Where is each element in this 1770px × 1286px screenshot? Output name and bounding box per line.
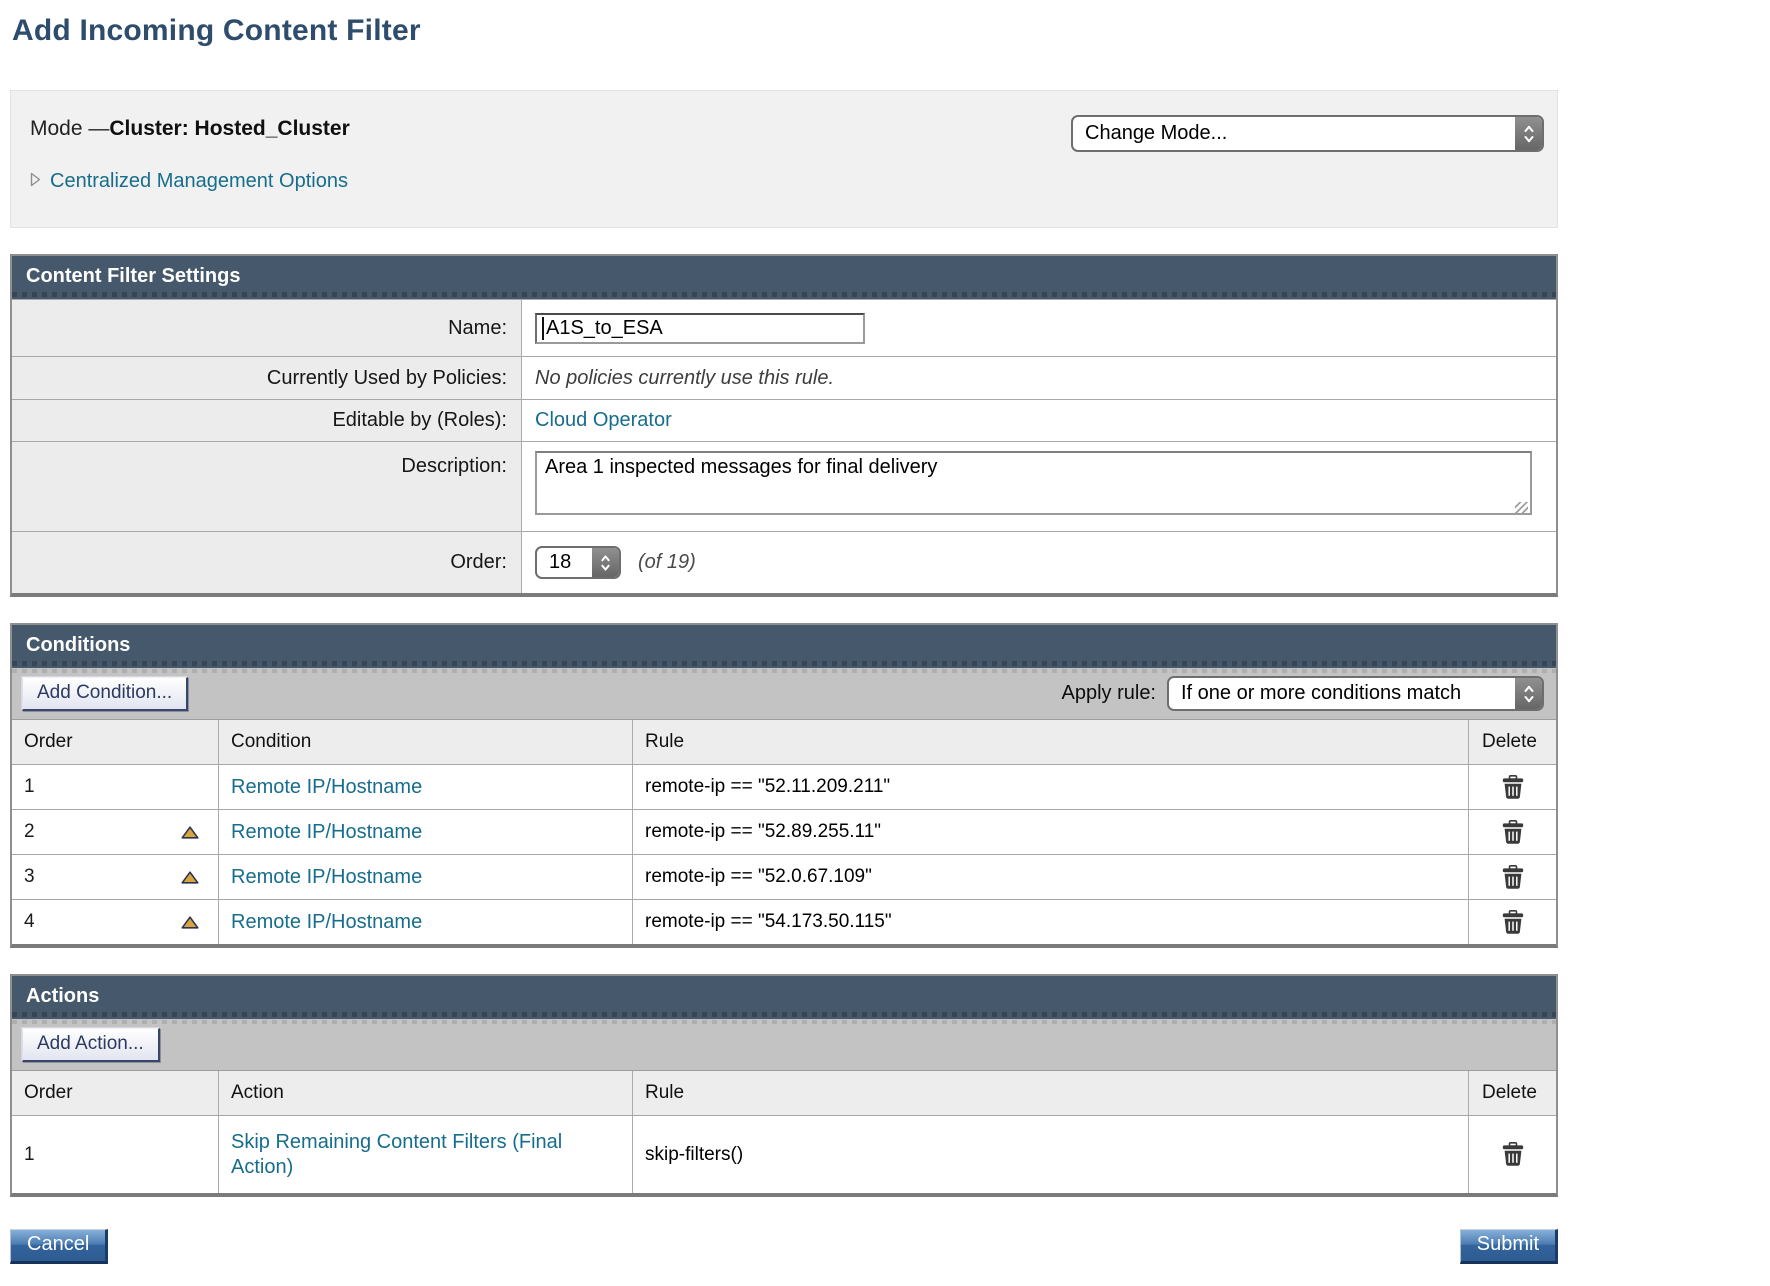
trash-icon[interactable] xyxy=(1502,820,1524,845)
name-input[interactable] xyxy=(535,313,865,344)
editable-label: Editable by (Roles): xyxy=(12,400,522,441)
order-label: Order: xyxy=(12,532,522,593)
order-select[interactable]: 18 xyxy=(535,546,621,579)
actions-table-header: Order Action Rule Delete xyxy=(12,1071,1556,1115)
add-condition-button[interactable]: Add Condition... xyxy=(22,677,188,711)
cancel-button[interactable]: Cancel xyxy=(10,1229,108,1264)
apply-rule-select[interactable]: If one or more conditions match xyxy=(1167,676,1544,711)
condition-link[interactable]: Remote IP/Hostname xyxy=(231,866,422,889)
condition-rule: remote-ip == "54.173.50.115" xyxy=(645,911,892,933)
move-up-icon[interactable] xyxy=(181,916,199,929)
condition-rule: remote-ip == "52.11.209.211" xyxy=(645,776,890,798)
name-input-wrap xyxy=(535,313,865,344)
action-row: 1 Skip Remaining Content Filters (Final … xyxy=(12,1115,1556,1193)
col-header-action: Action xyxy=(218,1071,632,1115)
col-header-rule: Rule xyxy=(632,1071,1468,1115)
col-header-delete: Delete xyxy=(1468,1071,1556,1115)
order-row: Order: 18 (of 19) xyxy=(12,531,1556,593)
change-mode-select[interactable]: Change Mode... xyxy=(1071,115,1544,152)
description-row: Description: Area 1 inspected messages f… xyxy=(12,441,1556,531)
description-textarea-wrap: Area 1 inspected messages for final deli… xyxy=(535,451,1532,521)
col-header-order: Order xyxy=(12,1071,218,1115)
condition-order: 1 xyxy=(24,776,35,798)
condition-rule: remote-ip == "52.89.255.11" xyxy=(645,821,881,843)
conditions-section: Conditions Add Condition... Apply rule: … xyxy=(10,623,1558,948)
mode-panel: Mode —Cluster: Hosted_Cluster Change Mod… xyxy=(10,90,1558,228)
apply-rule-selected-value: If one or more conditions match xyxy=(1169,678,1515,709)
condition-link[interactable]: Remote IP/Hostname xyxy=(231,821,422,844)
resize-grip-icon[interactable] xyxy=(1515,502,1528,515)
condition-link[interactable]: Remote IP/Hostname xyxy=(231,776,422,799)
page-title: Add Incoming Content Filter xyxy=(12,14,1558,48)
apply-rule-group: Apply rule: If one or more conditions ma… xyxy=(1062,676,1545,711)
policies-value: No policies currently use this rule. xyxy=(535,367,834,390)
description-textarea[interactable]: Area 1 inspected messages for final deli… xyxy=(535,451,1532,515)
updown-stepper-icon xyxy=(1515,117,1542,150)
col-header-rule: Rule xyxy=(632,720,1468,764)
description-label: Description: xyxy=(12,442,522,531)
mode-value: Cluster: Hosted_Cluster xyxy=(109,117,349,140)
condition-order: 3 xyxy=(24,866,35,888)
condition-row: 4 Remote IP/Hostname remote-ip == "54.17… xyxy=(12,899,1556,944)
trash-icon[interactable] xyxy=(1502,1142,1524,1167)
condition-row: 1 Remote IP/Hostname remote-ip == "52.11… xyxy=(12,764,1556,809)
action-order: 1 xyxy=(24,1144,35,1166)
condition-link[interactable]: Remote IP/Hostname xyxy=(231,911,422,934)
text-caret xyxy=(542,317,544,340)
disclosure-triangle-icon[interactable] xyxy=(30,172,41,192)
conditions-table: Order Condition Rule Delete 1 Remote IP/… xyxy=(12,720,1556,944)
condition-order: 2 xyxy=(24,821,35,843)
actions-section: Actions Add Action... Order Action Rule … xyxy=(10,974,1558,1197)
name-row: Name: xyxy=(12,299,1556,356)
page: Add Incoming Content Filter Mode —Cluste… xyxy=(10,14,1558,1264)
content-filter-settings-section: Content Filter Settings Name: Currently … xyxy=(10,254,1558,597)
name-label: Name: xyxy=(12,300,522,356)
condition-order: 4 xyxy=(24,911,35,933)
policies-label: Currently Used by Policies: xyxy=(12,357,522,399)
trash-icon[interactable] xyxy=(1502,910,1524,935)
submit-button[interactable]: Submit xyxy=(1460,1229,1558,1264)
add-action-button[interactable]: Add Action... xyxy=(22,1028,160,1062)
col-header-order: Order xyxy=(12,720,218,764)
conditions-section-header: Conditions xyxy=(12,625,1556,668)
order-of-text: (of 19) xyxy=(638,551,696,574)
actions-section-header: Actions xyxy=(12,976,1556,1019)
condition-rule: remote-ip == "52.0.67.109" xyxy=(645,866,872,888)
centralized-management-link[interactable]: Centralized Management Options xyxy=(50,170,348,193)
trash-icon[interactable] xyxy=(1502,775,1524,800)
order-selected-value: 18 xyxy=(537,548,592,577)
conditions-toolbar: Add Condition... Apply rule: If one or m… xyxy=(12,668,1556,720)
updown-stepper-icon xyxy=(1515,678,1542,709)
col-header-condition: Condition xyxy=(218,720,632,764)
actions-toolbar: Add Action... xyxy=(12,1019,1556,1071)
updown-stepper-icon xyxy=(592,548,619,577)
move-up-icon[interactable] xyxy=(181,826,199,839)
footer-button-bar: Cancel Submit xyxy=(10,1229,1558,1264)
actions-table: Order Action Rule Delete 1 Skip Remainin… xyxy=(12,1071,1556,1193)
col-header-delete: Delete xyxy=(1468,720,1556,764)
action-link[interactable]: Skip Remaining Content Filters (Final Ac… xyxy=(231,1130,616,1180)
action-rule: skip-filters() xyxy=(645,1144,743,1166)
move-up-icon[interactable] xyxy=(181,871,199,884)
settings-section-header: Content Filter Settings xyxy=(12,256,1556,299)
conditions-table-header: Order Condition Rule Delete xyxy=(12,720,1556,764)
apply-rule-label: Apply rule: xyxy=(1062,682,1157,705)
editable-row: Editable by (Roles): Cloud Operator xyxy=(12,399,1556,441)
policies-row: Currently Used by Policies: No policies … xyxy=(12,356,1556,399)
condition-row: 3 Remote IP/Hostname remote-ip == "52.0.… xyxy=(12,854,1556,899)
change-mode-selected-value: Change Mode... xyxy=(1073,117,1515,150)
cloud-operator-link[interactable]: Cloud Operator xyxy=(535,409,672,432)
centralized-management-row: Centralized Management Options xyxy=(30,170,1543,193)
trash-icon[interactable] xyxy=(1502,865,1524,890)
condition-row: 2 Remote IP/Hostname remote-ip == "52.89… xyxy=(12,809,1556,854)
mode-label: Mode — xyxy=(30,117,109,140)
